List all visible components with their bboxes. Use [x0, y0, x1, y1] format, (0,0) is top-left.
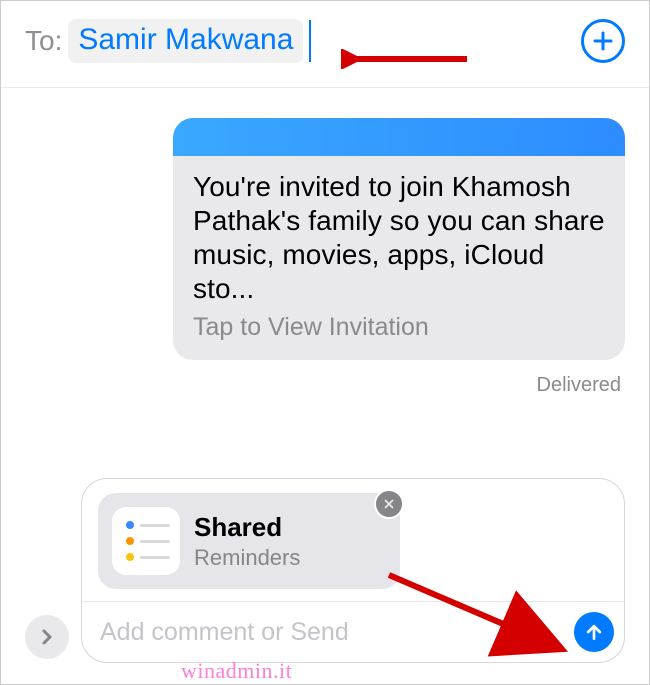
conversation-area: You're invited to join Khamosh Pathak's … — [1, 88, 649, 679]
compose-bubble: Shared Reminders Add comment or Send — [81, 478, 625, 663]
attachment-app-name: Reminders — [194, 545, 300, 571]
text-cursor — [309, 20, 311, 62]
expand-apps-button[interactable] — [25, 615, 69, 659]
outgoing-message[interactable]: You're invited to join Khamosh Pathak's … — [173, 118, 625, 360]
delivery-status: Delivered — [537, 374, 621, 397]
arrow-up-icon — [584, 622, 604, 642]
close-icon — [382, 497, 396, 511]
to-label: To: — [25, 25, 62, 57]
send-button[interactable] — [574, 612, 614, 652]
chevron-right-icon — [38, 628, 56, 646]
reminders-app-icon — [112, 507, 180, 575]
remove-attachment-button[interactable] — [374, 489, 404, 519]
plus-icon — [591, 29, 615, 53]
tap-to-view-label: Tap to View Invitation — [193, 313, 605, 342]
attachment-title: Shared — [194, 512, 300, 543]
compose-input[interactable]: Add comment or Send — [100, 618, 574, 647]
recipient-name: Samir Makwana — [78, 23, 293, 57]
add-contact-button[interactable] — [581, 19, 625, 63]
recipient-chip[interactable]: Samir Makwana — [68, 19, 303, 63]
attachment-card[interactable]: Shared Reminders — [98, 493, 400, 589]
invitation-text: You're invited to join Khamosh Pathak's … — [193, 170, 605, 307]
attachment-row: Shared Reminders — [82, 479, 624, 601]
watermark: winadmin.it — [181, 658, 292, 684]
compose-row: Shared Reminders Add comment or Send — [25, 478, 625, 663]
to-field-row: To: Samir Makwana — [1, 1, 649, 88]
compose-input-row: Add comment or Send — [82, 602, 624, 662]
invitation-banner — [173, 118, 625, 156]
